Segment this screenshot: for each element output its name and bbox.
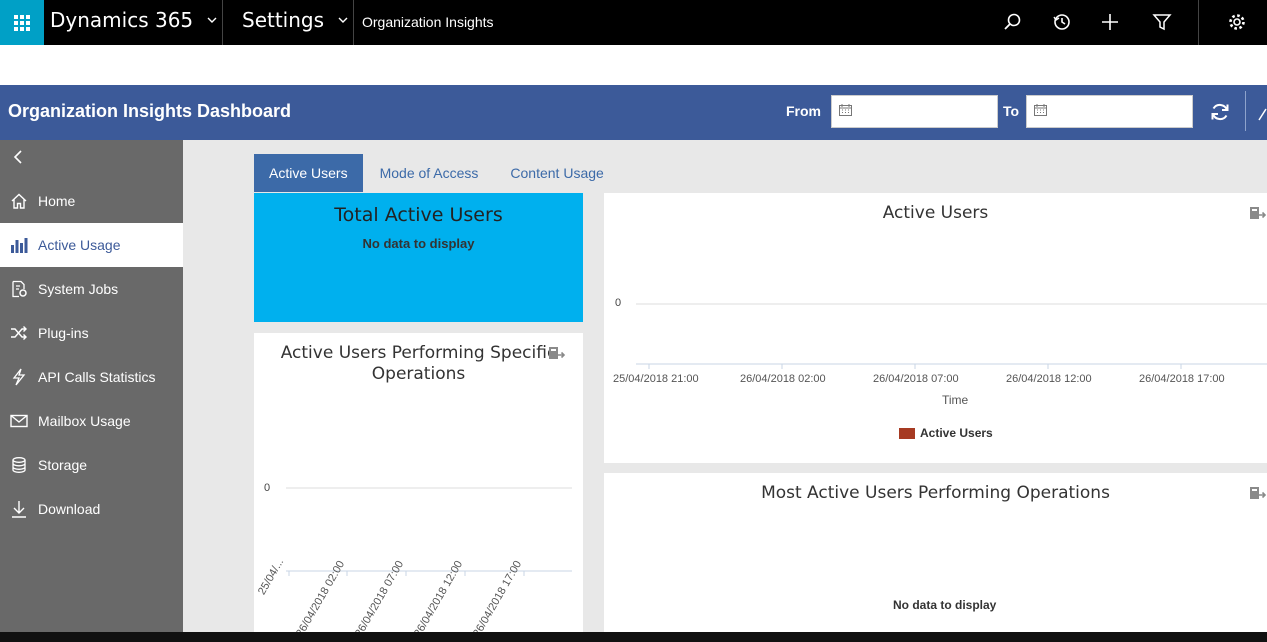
total-active-users-tile: Total Active Users No data to display xyxy=(254,193,583,322)
tab-bar: Active Users Mode of Access Content Usag… xyxy=(254,154,621,192)
lightning-icon xyxy=(9,367,29,387)
area-label: Settings xyxy=(242,8,325,32)
sidebar: Home Active Usage System Jobs Plug-ins A… xyxy=(0,140,183,642)
chevron-down-icon xyxy=(207,17,217,23)
recent-icon[interactable] xyxy=(1051,11,1073,33)
sidebar-item-plug-ins[interactable]: Plug-ins xyxy=(0,311,183,355)
add-icon[interactable] xyxy=(1099,11,1121,33)
active-users-chart xyxy=(636,303,1267,369)
download-icon xyxy=(9,499,29,519)
divider xyxy=(1245,91,1246,131)
bar-chart-icon xyxy=(9,235,29,255)
sidebar-item-label: Download xyxy=(38,501,101,517)
app-switcher[interactable]: Dynamics 365 xyxy=(50,8,217,32)
top-nav-bar: Dynamics 365 Settings Organization Insig… xyxy=(0,0,1267,45)
most-active-users-panel: Most Active Users Performing Operations … xyxy=(604,473,1267,642)
back-icon[interactable] xyxy=(10,148,26,166)
filter-icon[interactable] xyxy=(1151,11,1173,33)
gear-icon[interactable] xyxy=(1226,11,1248,33)
calendar-icon[interactable] xyxy=(1034,104,1047,116)
divider xyxy=(222,0,223,45)
refresh-icon[interactable] xyxy=(1209,101,1231,123)
x-tick-label: 26/04/2018 12:00 xyxy=(1006,373,1092,385)
sidebar-item-label: Storage xyxy=(38,457,88,473)
jobs-icon xyxy=(9,279,29,299)
spacer xyxy=(0,45,1267,85)
shuffle-icon xyxy=(9,323,29,343)
x-tick-label: 25/04/2018 21:00 xyxy=(613,373,699,385)
sidebar-item-api-calls-statistics[interactable]: API Calls Statistics xyxy=(0,355,183,399)
tab-active-users[interactable]: Active Users xyxy=(254,154,363,192)
database-icon xyxy=(9,455,29,475)
chart-legend[interactable]: Active Users xyxy=(899,426,993,440)
sidebar-item-label: System Jobs xyxy=(38,281,119,297)
to-date-field[interactable] xyxy=(1026,95,1193,128)
search-icon[interactable] xyxy=(1001,11,1023,33)
home-icon xyxy=(9,191,29,211)
legend-label: Active Users xyxy=(920,426,993,440)
divider xyxy=(353,0,354,45)
brand-label: Dynamics 365 xyxy=(50,8,194,32)
export-icon[interactable] xyxy=(1249,485,1267,503)
tab-mode-of-access[interactable]: Mode of Access xyxy=(365,154,494,192)
sidebar-item-storage[interactable]: Storage xyxy=(0,443,183,487)
no-data-message: No data to display xyxy=(362,236,475,251)
main-content: Active Users Mode of Access Content Usag… xyxy=(183,140,1267,642)
from-label: From xyxy=(786,103,821,119)
sidebar-item-label: Active Usage xyxy=(38,237,121,253)
edit-icon[interactable] xyxy=(1257,107,1267,121)
sidebar-item-home[interactable]: Home xyxy=(0,179,183,223)
tab-content-usage[interactable]: Content Usage xyxy=(495,154,618,192)
legend-swatch xyxy=(899,427,915,439)
breadcrumb[interactable]: Organization Insights xyxy=(362,14,494,30)
to-label: To xyxy=(1003,103,1020,119)
dashboard-header: Organization Insights Dashboard From To xyxy=(0,85,1267,140)
sidebar-item-download[interactable]: Download xyxy=(0,487,183,531)
mail-icon xyxy=(9,411,29,431)
divider xyxy=(1198,0,1199,45)
x-tick-label: 26/04/2018 07:00 xyxy=(873,373,959,385)
app-launcher-icon[interactable] xyxy=(0,0,44,45)
panel-title: Most Active Users Performing Operations xyxy=(761,483,1110,503)
specific-operations-panel: Active Users Performing Specific Operati… xyxy=(254,333,583,642)
active-users-panel: Active Users 0 25/04/2018 21:00 26/04/20… xyxy=(604,193,1267,463)
tile-title: Total Active Users xyxy=(334,204,503,226)
sidebar-item-label: Home xyxy=(38,193,76,209)
sidebar-item-active-usage[interactable]: Active Usage xyxy=(0,223,183,267)
calendar-icon[interactable] xyxy=(839,104,852,116)
sidebar-item-label: Mailbox Usage xyxy=(38,413,131,429)
x-tick-label: 26/04/2018 17:00 xyxy=(1139,373,1225,385)
x-axis-title: Time xyxy=(942,393,969,407)
sidebar-item-label: API Calls Statistics xyxy=(38,369,156,385)
page-title: Organization Insights Dashboard xyxy=(8,101,292,121)
to-date-input[interactable] xyxy=(1027,96,1192,127)
from-date-field[interactable] xyxy=(831,95,998,128)
from-date-input[interactable] xyxy=(832,96,997,127)
sidebar-item-label: Plug-ins xyxy=(38,325,89,341)
no-data-message: No data to display xyxy=(893,598,997,612)
os-taskbar xyxy=(0,632,1267,642)
specific-ops-chart xyxy=(286,487,572,576)
sidebar-item-mailbox-usage[interactable]: Mailbox Usage xyxy=(0,399,183,443)
sidebar-item-system-jobs[interactable]: System Jobs xyxy=(0,267,183,311)
x-tick-label: 26/04/2018 02:00 xyxy=(740,373,826,385)
chevron-down-icon xyxy=(338,17,348,23)
area-switcher[interactable]: Settings xyxy=(242,8,348,32)
